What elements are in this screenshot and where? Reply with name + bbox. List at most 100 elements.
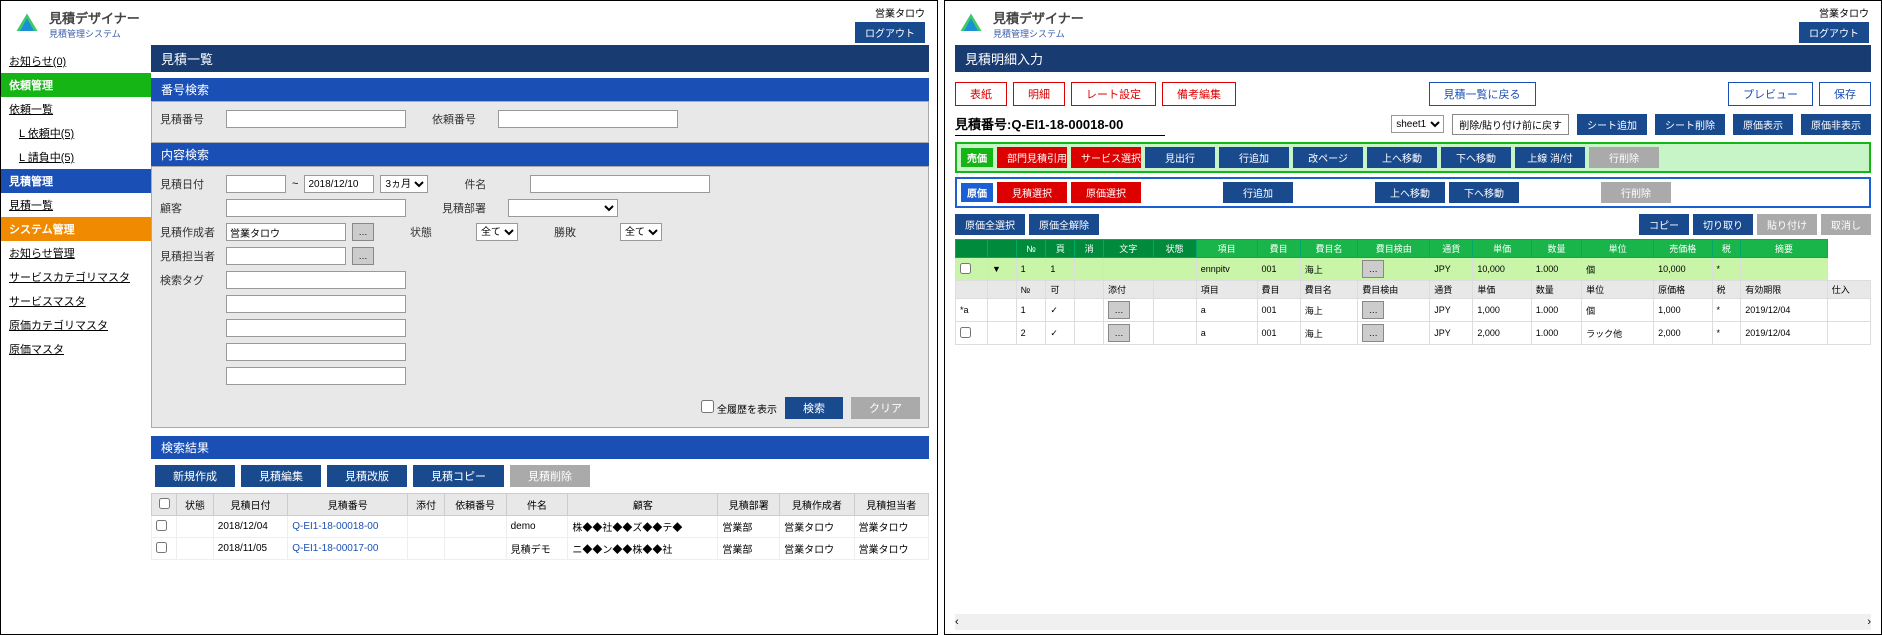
search-button[interactable]: 検索 xyxy=(785,397,843,419)
del-button[interactable]: 見積削除 xyxy=(510,465,590,487)
rate-tab[interactable]: レート設定 xyxy=(1071,82,1156,106)
heading-row-button[interactable]: 見出行 xyxy=(1145,147,1215,168)
move-down-button[interactable]: 下へ移動 xyxy=(1441,147,1511,168)
creator-lookup-button[interactable]: … xyxy=(352,223,374,241)
req-no-input[interactable] xyxy=(498,110,678,128)
unselect-cost-button[interactable]: 原価全解除 xyxy=(1029,214,1099,235)
sheet-del-button[interactable]: シート削除 xyxy=(1655,114,1725,135)
owner-input[interactable] xyxy=(226,247,346,265)
lookup-button[interactable]: … xyxy=(1108,324,1130,342)
sidebar-svc-cat[interactable]: サービスカテゴリマスタ xyxy=(1,265,151,289)
select-all-cost-button[interactable]: 原価全選択 xyxy=(955,214,1025,235)
paste-button[interactable]: 貼り付け xyxy=(1757,214,1817,235)
clear-button[interactable]: クリア xyxy=(851,397,920,419)
lbl-tag: 検索タグ xyxy=(160,272,220,288)
cover-tab[interactable]: 表紙 xyxy=(955,82,1007,106)
title-input[interactable] xyxy=(530,175,710,193)
cost-hide-button[interactable]: 原価非表示 xyxy=(1801,114,1871,135)
quote-link[interactable]: Q-EI1-18-00018-00 xyxy=(292,521,378,532)
lookup-button[interactable]: … xyxy=(1362,260,1384,278)
status-select[interactable]: 全て xyxy=(476,223,518,241)
lookup-button[interactable]: … xyxy=(1362,324,1384,342)
scroll-left-icon[interactable]: ‹ xyxy=(955,616,959,628)
sidebar-notice[interactable]: お知らせ(0) xyxy=(1,49,151,73)
lbl-req-no: 依頼番号 xyxy=(432,111,492,127)
sheet-add-button[interactable]: シート追加 xyxy=(1577,114,1647,135)
cost-show-button[interactable]: 原価表示 xyxy=(1733,114,1793,135)
move-up-button[interactable]: 上へ移動 xyxy=(1375,182,1445,203)
row-del-button[interactable]: 行削除 xyxy=(1589,147,1659,168)
owner-lookup-button[interactable]: … xyxy=(352,247,374,265)
results-table: 状態見積日付見積番号 添付依頼番号件名 顧客見積部署見積作成者見積担当者 201… xyxy=(151,493,929,560)
sidebar-cost-cat[interactable]: 原価カテゴリマスタ xyxy=(1,313,151,337)
sidebar-req-contract[interactable]: L 請負中(5) xyxy=(1,145,151,169)
undo-button[interactable]: 取消し xyxy=(1821,214,1871,235)
section-results: 検索結果 xyxy=(151,436,929,459)
lookup-button[interactable]: … xyxy=(1108,301,1130,319)
dept-quote-button[interactable]: 部門見積引用 xyxy=(997,147,1067,168)
sidebar-sec-system[interactable]: システム管理 xyxy=(1,217,151,241)
quote-no-input[interactable] xyxy=(226,110,406,128)
cust-input[interactable] xyxy=(226,199,406,217)
sidebar-quote-list[interactable]: 見積一覧 xyxy=(1,193,151,217)
horizontal-scrollbar[interactable]: ‹ › xyxy=(955,614,1871,630)
quote-select-button[interactable]: 見積選択 xyxy=(997,182,1067,203)
note-tab[interactable]: 備考編集 xyxy=(1162,82,1236,106)
tag-input-2[interactable] xyxy=(226,295,406,313)
dept-select[interactable] xyxy=(508,199,618,217)
svc-select-button[interactable]: サービス選択 xyxy=(1071,147,1141,168)
winrate-select[interactable]: 全て xyxy=(620,223,662,241)
scroll-right-icon[interactable]: › xyxy=(1867,616,1871,628)
line-toggle-button[interactable]: 上線 消/付 xyxy=(1515,147,1585,168)
undo-paste-button[interactable]: 削除/貼り付け前に戻す xyxy=(1452,114,1569,135)
sheet-select[interactable]: sheet1 xyxy=(1391,115,1444,133)
select-all-check[interactable] xyxy=(159,498,170,509)
sidebar-sec-quote[interactable]: 見積管理 xyxy=(1,169,151,193)
tag-input-1[interactable] xyxy=(226,271,406,289)
cut-button[interactable]: 切り取り xyxy=(1693,214,1753,235)
lbl-creator: 見積作成者 xyxy=(160,224,220,240)
pagebreak-button[interactable]: 改ページ xyxy=(1293,147,1363,168)
row-del-button[interactable]: 行削除 xyxy=(1601,182,1671,203)
sidebar-req-pending[interactable]: L 依頼中(5) xyxy=(1,121,151,145)
copy-button[interactable]: コピー xyxy=(1639,214,1689,235)
back-button[interactable]: 見積一覧に戻る xyxy=(1429,82,1536,106)
cost-badge: 原価 xyxy=(961,183,993,202)
logout-button[interactable]: ログアウト xyxy=(1799,22,1869,43)
detail-tab[interactable]: 明細 xyxy=(1013,82,1065,106)
add-row-button[interactable]: 行追加 xyxy=(1219,147,1289,168)
quote-link[interactable]: Q-EI1-18-00017-00 xyxy=(292,543,378,554)
sidebar-sec-request[interactable]: 依頼管理 xyxy=(1,73,151,97)
sidebar-svc[interactable]: サービスマスタ xyxy=(1,289,151,313)
tag-input-4[interactable] xyxy=(226,343,406,361)
row-check[interactable] xyxy=(156,520,167,531)
range-select[interactable]: 3ヵ月 xyxy=(380,175,428,193)
edit-button[interactable]: 見積編集 xyxy=(241,465,321,487)
show-history-check[interactable] xyxy=(701,400,714,413)
add-row-button[interactable]: 行追加 xyxy=(1223,182,1293,203)
logout-button[interactable]: ログアウト xyxy=(855,22,925,43)
preview-button[interactable]: プレビュー xyxy=(1728,82,1813,106)
lookup-button[interactable]: … xyxy=(1362,301,1384,319)
row-check[interactable] xyxy=(156,542,167,553)
copy-button[interactable]: 見積コピー xyxy=(413,465,504,487)
price-badge: 売価 xyxy=(961,148,993,167)
row-check[interactable] xyxy=(960,263,971,274)
date-to-input[interactable] xyxy=(304,175,374,193)
move-down-button[interactable]: 下へ移動 xyxy=(1449,182,1519,203)
tag-input-5[interactable] xyxy=(226,367,406,385)
new-button[interactable]: 新規作成 xyxy=(155,465,235,487)
sidebar-notice-mgmt[interactable]: お知らせ管理 xyxy=(1,241,151,265)
tag-input-3[interactable] xyxy=(226,319,406,337)
sidebar-req-list[interactable]: 依頼一覧 xyxy=(1,97,151,121)
rev-button[interactable]: 見積改版 xyxy=(327,465,407,487)
grid-row: *a1✓…a001海上…JPY1,0001.000個1,000*2019/12/… xyxy=(956,299,1871,322)
move-up-button[interactable]: 上へ移動 xyxy=(1367,147,1437,168)
save-button[interactable]: 保存 xyxy=(1819,82,1871,106)
row-check[interactable] xyxy=(960,327,971,338)
creator-input[interactable] xyxy=(226,223,346,241)
date-from-input[interactable] xyxy=(226,175,286,193)
sidebar-cost[interactable]: 原価マスタ xyxy=(1,337,151,361)
table-row: 2018/11/05 Q-EI1-18-00017-00 見積デモニ◆◆ン◆◆株… xyxy=(152,538,929,560)
cost-select-button[interactable]: 原価選択 xyxy=(1071,182,1141,203)
